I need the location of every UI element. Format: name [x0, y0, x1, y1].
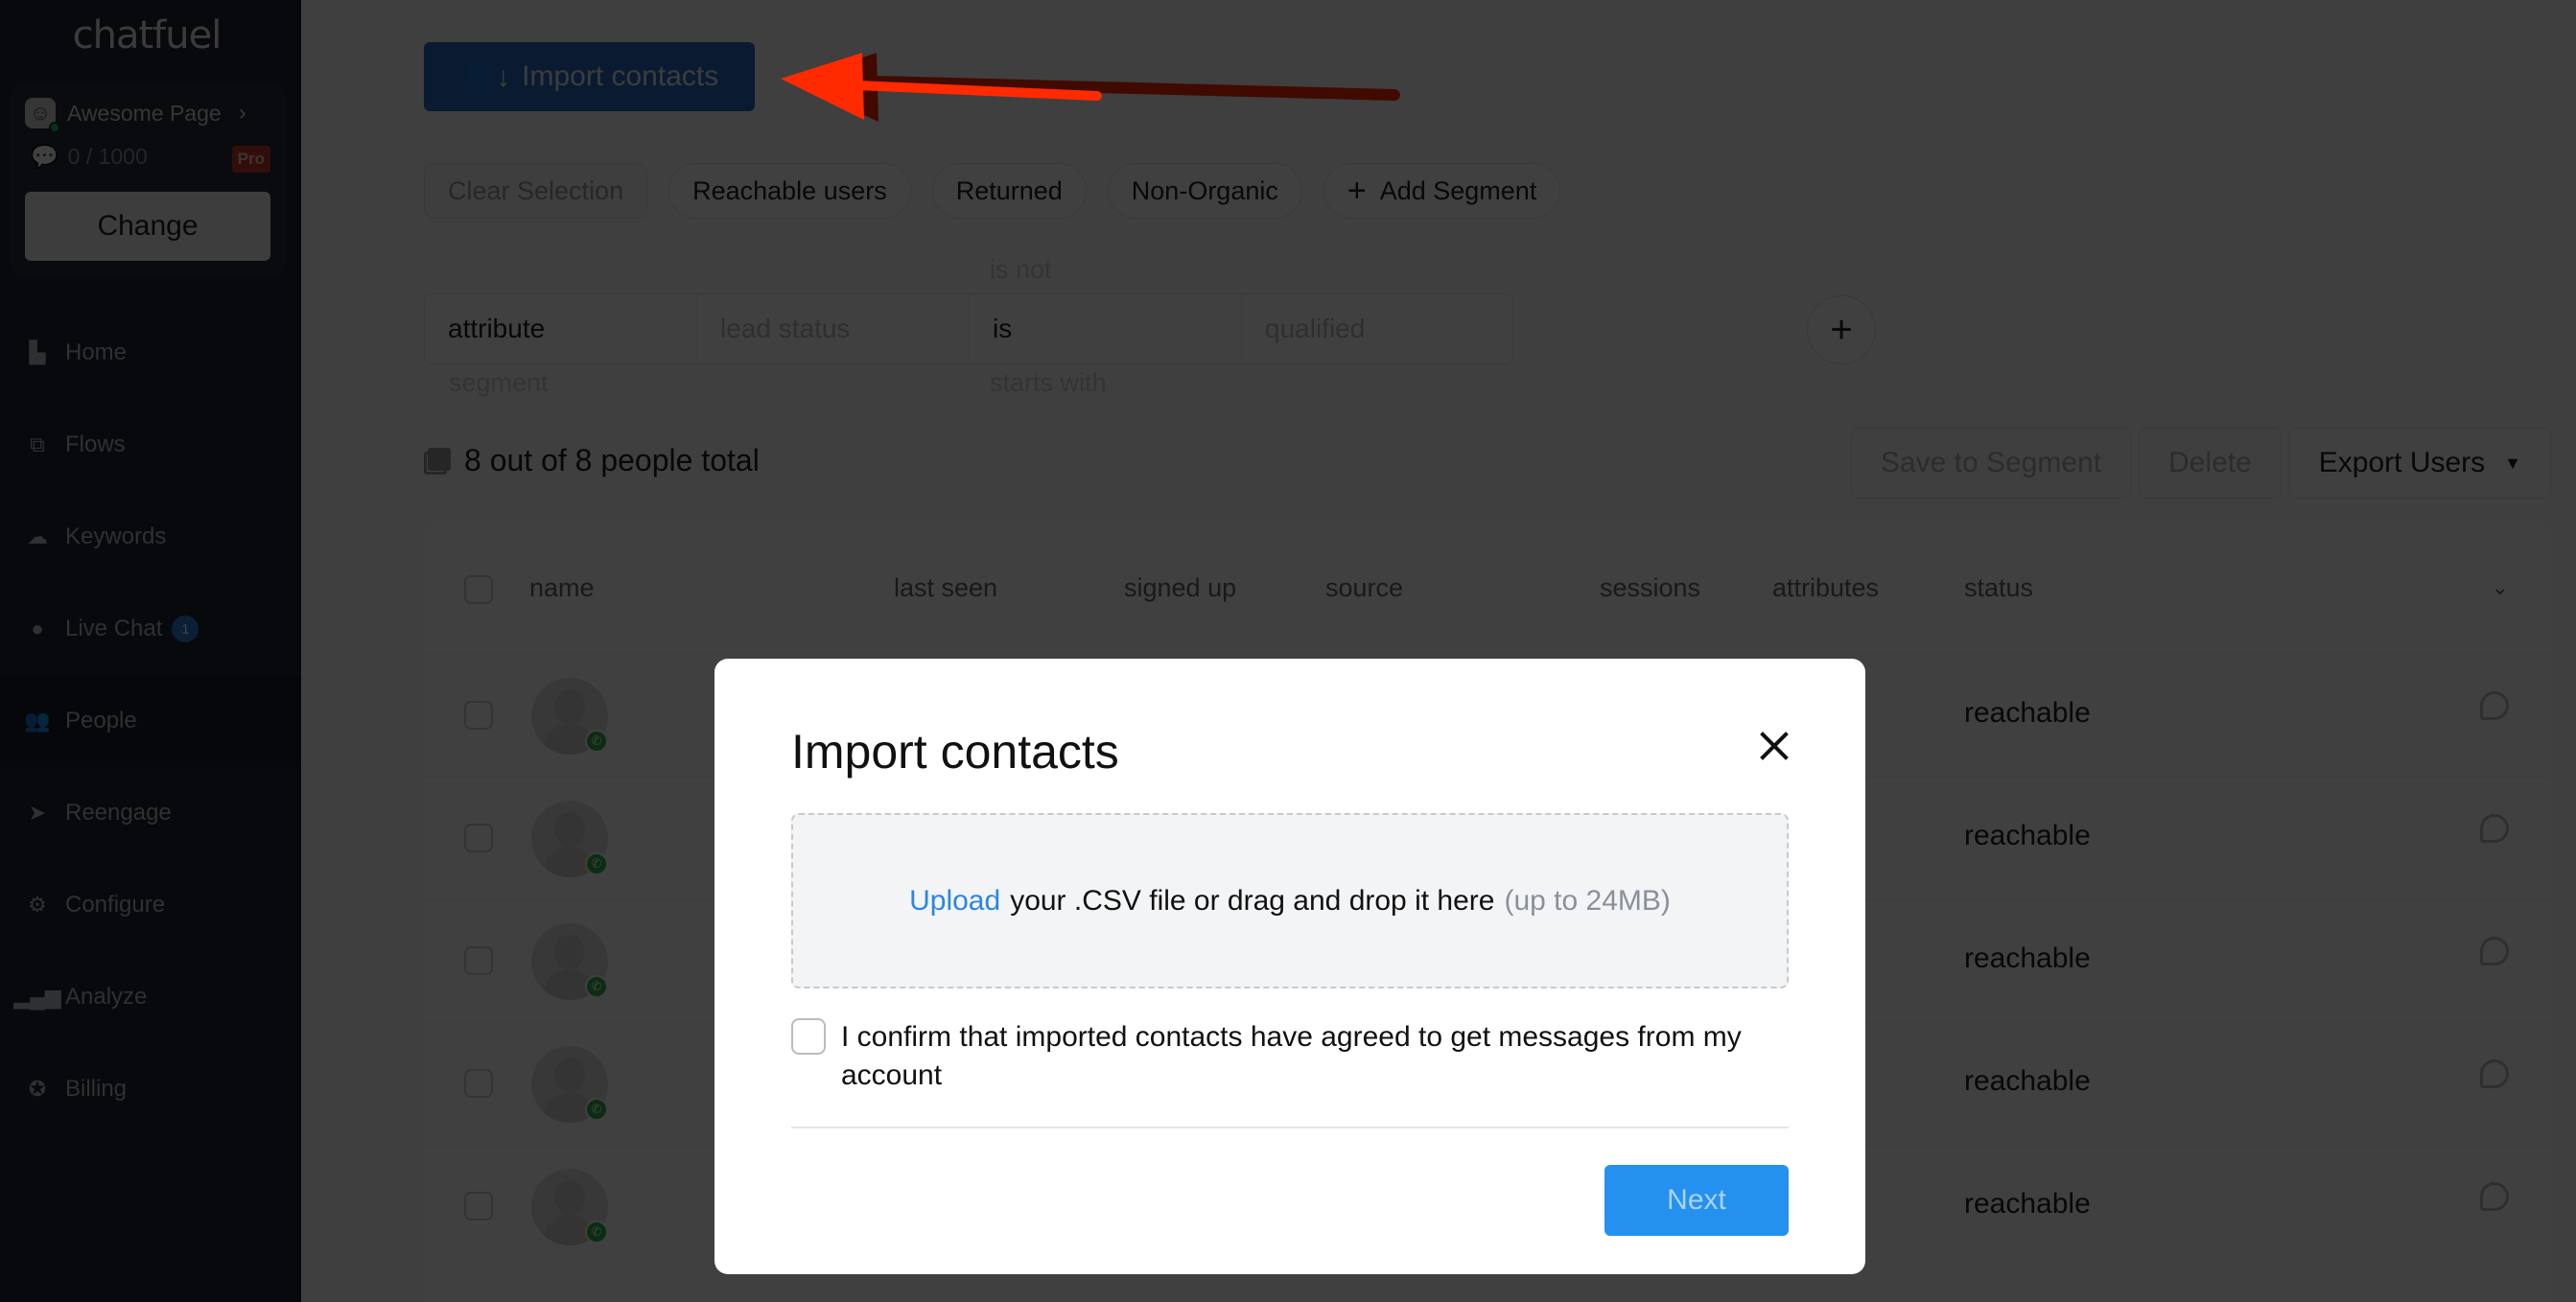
consent-label[interactable]: I confirm that imported contacts have ag…	[841, 1018, 1789, 1095]
next-button[interactable]: Next	[1604, 1165, 1789, 1236]
consent-checkbox[interactable]	[791, 1018, 826, 1055]
csv-dropzone[interactable]: Upload your .CSV file or drag and drop i…	[791, 813, 1789, 988]
dropzone-text: your .CSV file or drag and drop it here	[1010, 884, 1495, 917]
modal-title: Import contacts	[791, 725, 1119, 779]
upload-link[interactable]: Upload	[909, 885, 1000, 918]
import-contacts-modal: Import contacts Upload your .CSV file or…	[714, 659, 1865, 1274]
close-icon[interactable]	[1758, 730, 1791, 762]
consent-confirmation: I confirm that imported contacts have ag…	[791, 1018, 1789, 1095]
size-limit: (up to 24MB)	[1504, 884, 1671, 917]
divider	[791, 1127, 1789, 1128]
annotation-arrow-overlay	[781, 53, 1102, 120]
